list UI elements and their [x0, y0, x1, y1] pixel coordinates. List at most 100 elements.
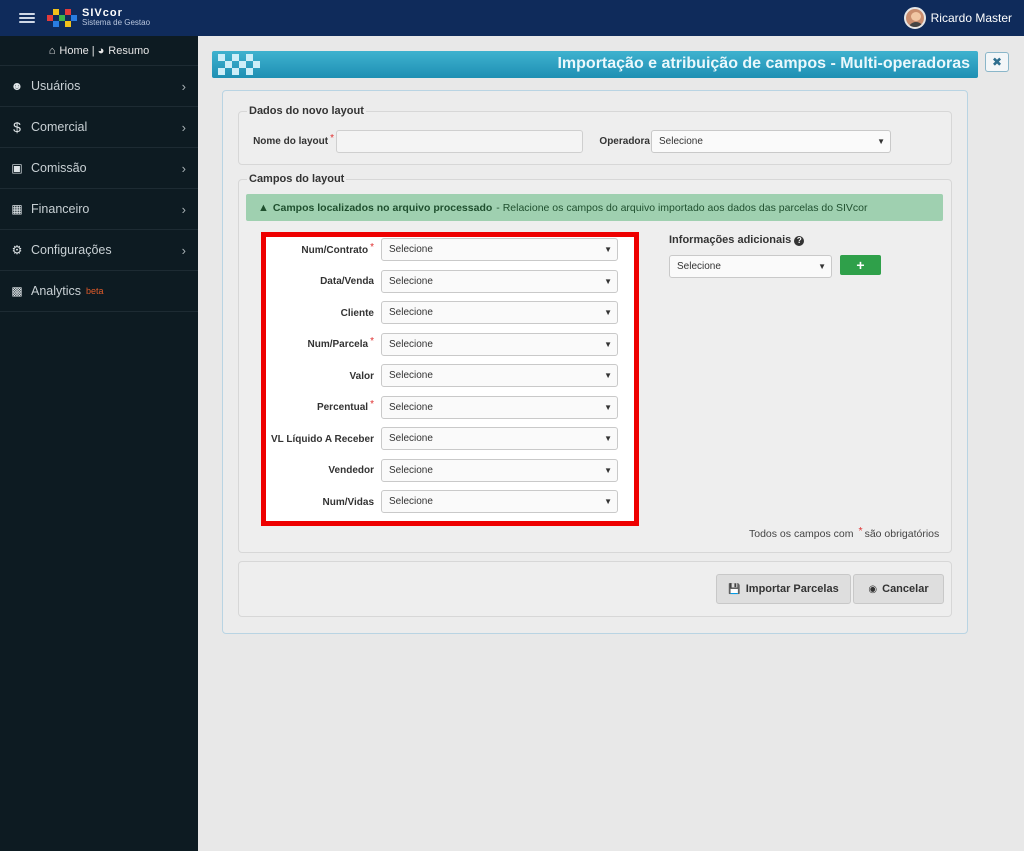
select-value: Selecione	[389, 465, 433, 476]
home-link[interactable]: Home	[59, 45, 88, 57]
field-label-vendedor: Vendedor	[328, 465, 374, 476]
sivcor-logo-icon	[47, 9, 77, 27]
sidebar-item-label: Financeiro	[31, 202, 90, 216]
select-value: Selecione	[389, 433, 433, 444]
caret-down-icon: ▼	[604, 497, 612, 506]
bar-chart-icon: ▩	[11, 284, 23, 298]
chevron-right-icon: ›	[181, 161, 186, 176]
users-icon: ☻	[10, 79, 24, 93]
header-pattern-icon	[212, 51, 266, 78]
add-field-button[interactable]: +	[840, 255, 881, 275]
field-label-vl-liquido: VL Líquido A Receber	[271, 434, 374, 445]
top-navbar: SIVcor Sistema de Gestao Ricardo Master	[0, 0, 1024, 36]
gears-icon: ⚙	[11, 243, 23, 257]
select-value: Selecione	[389, 244, 433, 255]
dollar-icon: $	[13, 119, 21, 135]
additional-info-select[interactable]: Selecione ▼	[669, 255, 832, 278]
field-label-num-parcela: Num/Parcela *	[307, 336, 375, 350]
alert-bold-text: Campos localizados no arquivo processado	[272, 201, 493, 214]
field-label-percentual: Percentual *	[316, 399, 374, 413]
caret-down-icon: ▼	[604, 308, 612, 317]
close-icon: ✖	[991, 55, 1003, 69]
brand-name: SIVcor	[82, 7, 123, 19]
sidebar-item-configuracoes[interactable]: ⚙ Configurações ›	[0, 230, 198, 271]
pie-chart-icon: ◕	[97, 44, 105, 57]
caret-down-icon: ▼	[604, 434, 612, 443]
caret-down-icon: ▼	[604, 466, 612, 475]
additional-info-title: Informações adicionais?	[669, 234, 805, 246]
required-note: Todos os campos com * são obrigatórios	[749, 525, 940, 540]
field-select-percentual[interactable]: Selecione ▼	[381, 396, 618, 419]
question-icon[interactable]: ?	[794, 236, 805, 246]
page-header: Importação e atribuição de campos - Mult…	[212, 51, 978, 78]
alert-text: - Relacione os campos do arquivo importa…	[496, 201, 868, 214]
field-select-num-contrato[interactable]: Selecione ▼	[381, 238, 618, 261]
home-separator: |	[91, 44, 95, 57]
alert-success: ▲ Campos localizados no arquivo processa…	[246, 194, 943, 221]
chevron-right-icon: ›	[181, 202, 186, 217]
field-label-cliente: Cliente	[340, 308, 374, 319]
sidebar-item-analytics[interactable]: ▩ Analytics beta	[0, 271, 198, 312]
select-value: Selecione	[677, 261, 721, 272]
field-select-vl-liquido[interactable]: Selecione ▼	[381, 427, 618, 450]
field-label-valor: Valor	[349, 371, 374, 382]
field-label-num-contrato: Num/Contrato *	[301, 242, 374, 256]
sidebar-item-label: Comercial	[31, 120, 88, 134]
avatar	[903, 7, 926, 29]
field-select-valor[interactable]: Selecione ▼	[381, 364, 618, 387]
cancel-button[interactable]: ◉ Cancelar	[853, 574, 944, 604]
save-icon: 💾	[728, 583, 741, 595]
select-value: Selecione	[389, 370, 433, 381]
select-value: Selecione	[389, 307, 433, 318]
user-name: Ricardo Master	[930, 11, 1012, 25]
sidebar-item-comercial[interactable]: $ Comercial ›	[0, 107, 198, 148]
field-select-num-parcela[interactable]: Selecione ▼	[381, 333, 618, 356]
select-value: Selecione	[389, 496, 433, 507]
layout-name-input[interactable]	[336, 130, 583, 153]
cancel-icon: ◉	[868, 583, 878, 595]
sidebar-item-label: Configurações	[31, 243, 112, 257]
page-title: Importação e atribuição de campos - Mult…	[557, 55, 970, 72]
sidebar: ⌂ Home | ◕ Resumo ☻ Usuários › $ Comerci…	[0, 36, 198, 851]
select-value: Selecione	[389, 402, 433, 413]
beta-badge: beta	[86, 286, 104, 296]
operator-label: Operadora	[599, 136, 650, 147]
sidebar-item-label: Usuários	[31, 79, 81, 93]
operator-select-value: Selecione	[659, 136, 703, 147]
caret-down-icon: ▼	[604, 277, 612, 286]
summary-link[interactable]: Resumo	[108, 45, 149, 57]
select-value: Selecione	[389, 339, 433, 350]
sidebar-item-financeiro[interactable]: ▦ Financeiro ›	[0, 189, 198, 230]
chevron-right-icon: ›	[181, 243, 186, 258]
caret-down-icon: ▼	[604, 403, 612, 412]
caret-down-icon: ▼	[818, 262, 826, 271]
close-button[interactable]: ✖	[985, 52, 1009, 72]
sidebar-item-label: Comissão	[31, 161, 87, 175]
import-button[interactable]: 💾 Importar Parcelas	[716, 574, 851, 604]
layout-fields-legend: Campos do layout	[249, 173, 345, 185]
operator-select[interactable]: Selecione ▼	[651, 130, 891, 153]
sidebar-item-label: Analytics	[31, 284, 82, 298]
import-button-label: Importar Parcelas	[745, 583, 839, 595]
caret-down-icon: ▼	[877, 137, 885, 146]
plus-icon: +	[856, 257, 865, 273]
sidebar-home-row: ⌂ Home | ◕ Resumo	[0, 36, 198, 66]
caret-down-icon: ▼	[604, 245, 612, 254]
field-select-vendedor[interactable]: Selecione ▼	[381, 459, 618, 482]
user-menu[interactable]: Ricardo Master	[903, 7, 1012, 29]
brand[interactable]: SIVcor Sistema de Gestao	[47, 8, 150, 28]
field-select-cliente[interactable]: Selecione ▼	[381, 301, 618, 324]
chevron-right-icon: ›	[181, 120, 186, 135]
sidebar-item-usuarios[interactable]: ☻ Usuários ›	[0, 66, 198, 107]
layout-name-label: Nome do layout *	[253, 133, 334, 147]
field-select-data-venda[interactable]: Selecione ▼	[381, 270, 618, 293]
brand-subtitle: Sistema de Gestao	[82, 18, 151, 27]
briefcase-icon: ▦	[11, 202, 23, 216]
select-value: Selecione	[389, 276, 433, 287]
home-icon: ⌂	[48, 44, 56, 57]
money-icon: ▣	[11, 161, 23, 175]
warning-icon: ▲	[258, 201, 269, 214]
sidebar-item-comissao[interactable]: ▣ Comissão ›	[0, 148, 198, 189]
field-select-num-vidas[interactable]: Selecione ▼	[381, 490, 618, 513]
menu-toggle-icon[interactable]	[19, 13, 35, 23]
